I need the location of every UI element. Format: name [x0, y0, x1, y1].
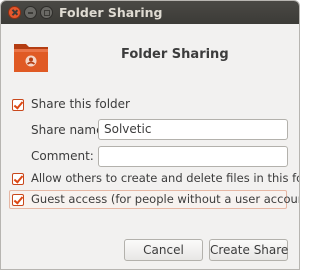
minimize-window-button[interactable]	[24, 6, 37, 19]
guest-access-checkbox[interactable]	[12, 194, 24, 206]
allow-others-label[interactable]: Allow others to create and delete files …	[31, 171, 299, 185]
share-folder-label[interactable]: Share this folder	[31, 97, 130, 111]
shared-folder-icon	[14, 44, 48, 72]
dialog-heading: Folder Sharing	[121, 47, 229, 62]
maximize-window-button[interactable]	[40, 6, 53, 19]
comment-label: Comment:	[31, 149, 94, 163]
close-window-button[interactable]	[8, 6, 21, 19]
create-share-button[interactable]: Create Share	[209, 239, 288, 261]
cancel-button[interactable]: Cancel	[124, 239, 203, 261]
share-name-label: Share name:	[31, 123, 108, 137]
allow-others-checkbox[interactable]	[12, 173, 24, 185]
share-name-input[interactable]: Solvetic	[98, 119, 288, 140]
folder-sharing-dialog: Folder Sharing Folder Sharing Share this…	[0, 0, 300, 270]
window-title: Folder Sharing	[59, 5, 163, 20]
share-folder-checkbox[interactable]	[12, 99, 24, 111]
title-bar[interactable]: Folder Sharing	[1, 1, 299, 24]
guest-access-label[interactable]: Guest access (for people without a user …	[31, 192, 299, 206]
comment-input[interactable]	[98, 146, 288, 167]
